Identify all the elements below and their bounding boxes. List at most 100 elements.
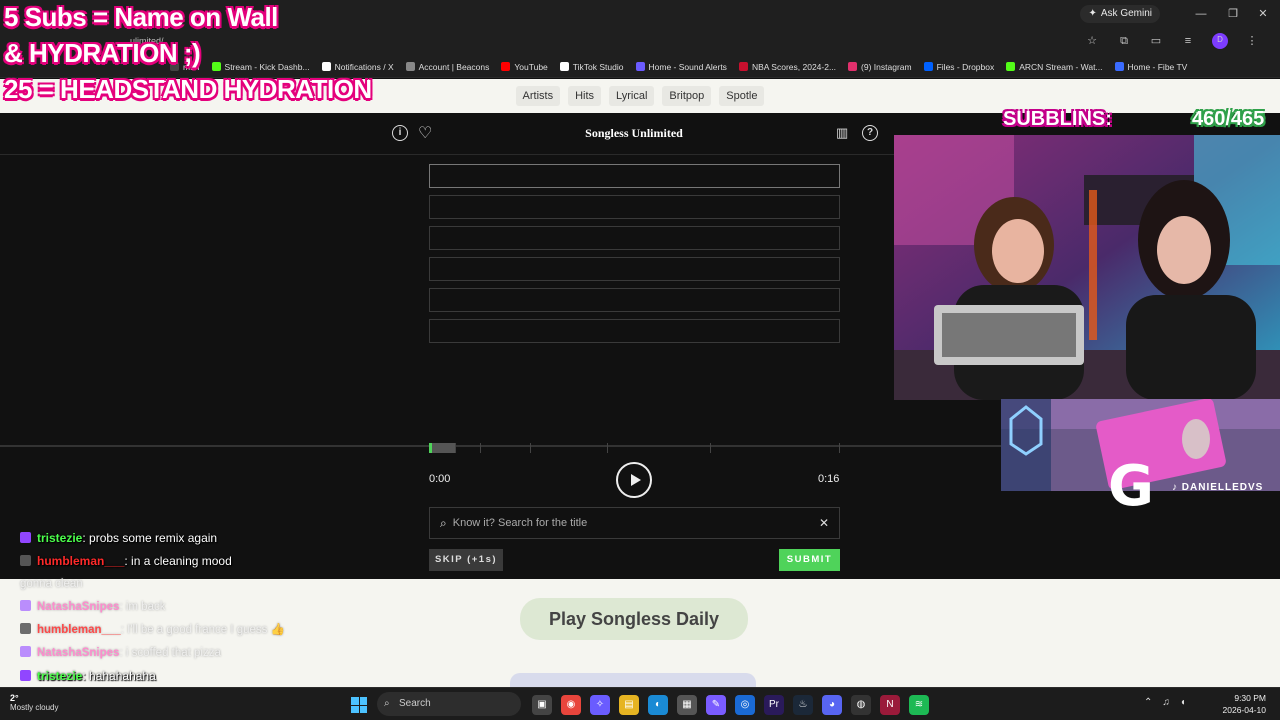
play-button[interactable]: [616, 462, 652, 498]
tiktok-handle-text: DANIELLEDVS: [1181, 482, 1264, 493]
bookmark-favicon-icon: [1006, 62, 1016, 71]
bookmark-label: Home - Fibe TV: [1127, 61, 1188, 72]
bookmark-item[interactable]: Files - Dropbox: [923, 62, 994, 72]
bookmark-item[interactable]: Notifications / X: [321, 62, 394, 72]
chat-username: NatashaSnipes: [37, 601, 120, 613]
chat-badge-icon: [20, 600, 31, 611]
category-tab[interactable]: Hits: [568, 86, 602, 106]
title-search[interactable]: ⌕ Know it? Search for the title ✕: [429, 507, 840, 539]
chat-message: NatashaSnipes: i scoffed that pizza: [20, 645, 290, 662]
task-view-icon[interactable]: ▣: [532, 695, 552, 715]
chat-text: : probs some remix again: [82, 531, 218, 545]
skip-button[interactable]: SKIP (+1s): [429, 549, 503, 571]
clock-time: 9:30 PM: [1234, 693, 1266, 703]
clock-date: 2026-04-10: [1222, 705, 1266, 715]
bookmark-favicon-icon: [211, 62, 221, 71]
taskbar-search[interactable]: ⌕ Search: [377, 692, 521, 716]
system-tray: ⌃ ♫ ◖: [1144, 697, 1186, 708]
bookmark-label: Stream - Kick Dashb...: [224, 61, 310, 72]
menu-icon[interactable]: ⋮: [1244, 33, 1260, 49]
pen-app-icon[interactable]: ✎: [706, 695, 726, 715]
category-tab[interactable]: Spotle: [719, 86, 765, 106]
copilot-icon[interactable]: ✧: [590, 695, 610, 715]
search-input[interactable]: Know it? Search for the title: [453, 517, 819, 529]
bookmark-item[interactable]: ARCN Stream - Wat...: [1006, 62, 1103, 72]
profile-avatar[interactable]: D: [1212, 33, 1228, 49]
bookmark-favicon-icon: [405, 62, 415, 71]
progress-segment: [456, 443, 481, 453]
file-explorer-icon[interactable]: ▤: [619, 695, 639, 715]
bookmark-item[interactable]: Home - Fibe TV: [1114, 61, 1188, 72]
chat-username: humbleman___: [37, 624, 121, 636]
category-tab[interactable]: Lyrical: [609, 86, 655, 106]
microphone-icon[interactable]: ♫: [1162, 697, 1170, 708]
browser-app-icon[interactable]: ◎: [735, 695, 755, 715]
volume-icon[interactable]: ◖: [1180, 697, 1186, 708]
category-tab[interactable]: Britpop: [662, 86, 712, 106]
submit-button[interactable]: SUBMIT: [779, 549, 840, 571]
stats-icon[interactable]: ▥: [836, 125, 848, 141]
bookmark-item[interactable]: (9) Instagram: [848, 62, 912, 72]
weather-widget[interactable]: 2° Mostly cloudy: [10, 693, 58, 712]
sparkle-icon: ✦: [1088, 8, 1097, 19]
bookmark-item[interactable]: Stream - Kick Dashb...: [211, 61, 310, 72]
store-icon[interactable]: ▦: [677, 695, 697, 715]
obs-icon[interactable]: ◍: [851, 695, 871, 715]
premiere-icon[interactable]: Pr: [764, 695, 784, 715]
weather-temp: 2°: [10, 693, 19, 703]
screen: ✦ Ask Gemini — ❐ ✕ ulimited/ ☆ ⧉ ▭ ≡ D ⋮ …: [0, 0, 1280, 720]
chat-username: NatashaSnipes: [37, 647, 120, 659]
chevron-up-icon[interactable]: ⌃: [1144, 697, 1152, 708]
chat-text: : I'll be a good france I guess 👍: [120, 624, 285, 636]
star-icon[interactable]: ☆: [1084, 33, 1100, 49]
search-icon: ⌕: [384, 698, 390, 709]
chat-username: tristezie: [37, 669, 83, 683]
steam-icon[interactable]: ♨: [793, 695, 813, 715]
bookmark-label: TikTok Studio: [572, 61, 624, 72]
windows-start-icon[interactable]: [351, 697, 367, 713]
lower-card: [510, 673, 756, 687]
webcam-image: [894, 135, 1280, 400]
chat-badge-icon: [20, 623, 31, 634]
close-icon[interactable]: ✕: [1254, 6, 1272, 22]
ask-gemini-button[interactable]: ✦ Ask Gemini: [1080, 5, 1160, 23]
chat-text: : im back: [119, 601, 166, 613]
minimize-icon[interactable]: —: [1192, 6, 1210, 22]
weather-desc: Mostly cloudy: [10, 703, 59, 712]
chat-username: humbleman___: [37, 554, 125, 568]
chat-badge-icon: [20, 532, 31, 543]
cast-icon[interactable]: ▭: [1148, 33, 1164, 49]
extensions-icon[interactable]: ⧉: [1116, 33, 1132, 49]
next-app-icon[interactable]: N: [880, 695, 900, 715]
bookmark-favicon-icon: [559, 62, 569, 71]
windows-taskbar: 2° Mostly cloudy ⌕ Search ▣ ◉ ✧ ▤ ◐ ▦ ✎ ◎…: [0, 687, 1280, 720]
bookmark-item[interactable]: Home - Sound Alerts: [635, 61, 727, 72]
edge-icon[interactable]: ◐: [648, 695, 668, 715]
chrome-icon[interactable]: ◉: [561, 695, 581, 715]
tiktok-handle: ♪ DANIELLEDVS: [1172, 482, 1263, 493]
spotify-icon[interactable]: ≋: [909, 695, 929, 715]
bookmark-item[interactable]: NBA Scores, 2024-2...: [738, 62, 836, 72]
progress-segment: [481, 443, 531, 453]
chat-message: tristezie: hahahahaha: [20, 668, 290, 685]
bookmark-item[interactable]: TikTok Studio: [559, 61, 624, 72]
clear-icon[interactable]: ✕: [819, 516, 829, 530]
stream-logo-icon: G: [1108, 454, 1154, 519]
bookmark-favicon-icon: [321, 62, 331, 71]
help-icon[interactable]: ?: [862, 125, 878, 141]
discord-icon[interactable]: ◕: [822, 695, 842, 715]
taskbar-clock[interactable]: 9:30 PM 2026-04-10: [1200, 692, 1266, 716]
play-daily-button[interactable]: Play Songless Daily: [520, 598, 748, 640]
chat-message: humbleman___: I'll be a good france I gu…: [20, 622, 290, 639]
bookmark-label: (9) Instagram: [861, 61, 912, 72]
bookmark-favicon-icon: [501, 62, 511, 71]
maximize-icon[interactable]: ❐: [1224, 6, 1242, 22]
webcam-feed: [894, 135, 1280, 400]
category-tab[interactable]: Artists: [515, 86, 561, 106]
bookmark-item[interactable]: Account | Beacons: [405, 62, 489, 72]
guess-row: [429, 195, 840, 219]
bookmark-label: Home - Sound Alerts: [648, 61, 727, 72]
tab-search-icon[interactable]: ≡: [1180, 33, 1196, 49]
subblins-label: SUBBLINS:: [1003, 108, 1112, 130]
bookmark-item[interactable]: YouTube: [501, 62, 548, 72]
